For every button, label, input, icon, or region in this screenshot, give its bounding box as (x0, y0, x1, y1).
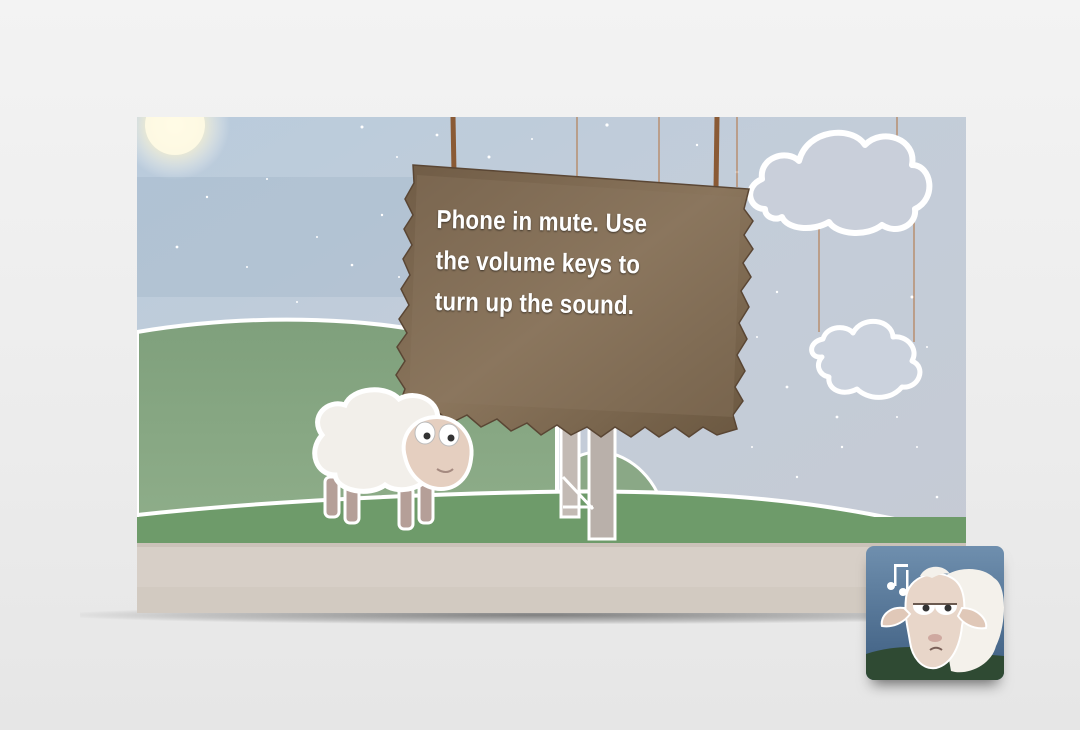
sign-message: Phone in mute. Use the volume keys to tu… (434, 203, 648, 321)
scene-art (137, 117, 966, 613)
game-scene[interactable]: Phone in mute. Use the volume keys to tu… (137, 117, 966, 613)
sleepy-sheep-app-icon[interactable] (866, 546, 1004, 680)
